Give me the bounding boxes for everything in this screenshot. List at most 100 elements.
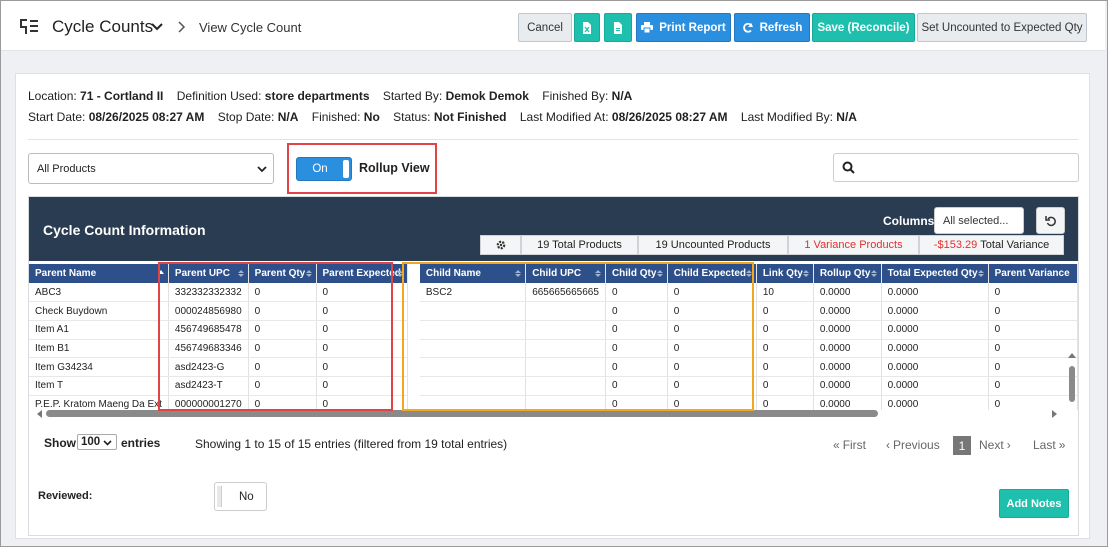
table-row[interactable]: ABC3 332332332332 0 0 BSC2 665665665665 0 0 10 0.…: [29, 283, 1078, 303]
settings-button[interactable]: [480, 235, 521, 255]
pager-current-page[interactable]: 1: [953, 436, 971, 455]
cell-rollup-qty: 0.0000: [813, 283, 882, 303]
cell-child-expected: 0: [667, 339, 757, 359]
cell-parent-name: Item A1: [29, 320, 169, 340]
column-header-label: Total Expected Qty: [887, 268, 978, 279]
table-row[interactable]: Item B1 456749683346 0 0 0 0 0 0.0000 0.0000 0: [29, 339, 1078, 359]
top-bar: Cycle Counts View Cycle Count Cancel Pri…: [1, 1, 1105, 51]
cell-parent-variance: 0: [988, 320, 1078, 340]
sort-icon: [396, 270, 403, 277]
rollup-toggle[interactable]: On: [296, 157, 352, 181]
product-filter-value: All Products: [37, 162, 96, 175]
scroll-up-arrow: [1068, 353, 1076, 358]
cell-rollup-qty: 0.0000: [813, 320, 882, 340]
column-header-label: Rollup Qty: [819, 268, 871, 279]
search-input[interactable]: [833, 153, 1079, 182]
column-header-child-expected[interactable]: Child Expected: [667, 264, 757, 283]
column-header-total-expected-qty[interactable]: Total Expected Qty: [881, 264, 989, 283]
cell-link-qty: 0: [756, 320, 814, 340]
column-header-label: Parent Qty: [254, 268, 306, 279]
reset-columns-button[interactable]: [1036, 207, 1065, 234]
app-title[interactable]: Cycle Counts: [52, 17, 153, 37]
column-header-parent-expected[interactable]: Parent Expected: [316, 264, 408, 283]
column-header-child-qty[interactable]: Child Qty: [605, 264, 668, 283]
start-date-value: 08/26/2025 08:27 AM: [88, 110, 205, 124]
export-csv-button[interactable]: [604, 13, 632, 42]
sort-icon: [745, 270, 752, 277]
cell-child-upc: [525, 376, 606, 396]
stats-bar: 19 Total Products 19 Uncounted Products …: [480, 235, 1064, 255]
table-row[interactable]: Check Buydown 000024856980 0 0 0 0 0 0.0000 0.00…: [29, 301, 1078, 321]
chevron-right-icon: ›: [1006, 438, 1011, 452]
product-filter-select[interactable]: All Products: [28, 153, 274, 184]
column-gap: [407, 320, 420, 340]
column-gap: [407, 339, 420, 358]
sort-icon: [802, 270, 809, 277]
table-row[interactable]: Item A1 456749685478 0 0 0 0 0 0.0000 0.0000 0: [29, 320, 1078, 340]
refresh-button[interactable]: Refresh: [734, 13, 810, 42]
cell-child-qty: 0: [605, 283, 668, 303]
cell-parent-expected: 0: [316, 320, 408, 340]
scroll-left-arrow: [37, 410, 42, 418]
total-variance-amount: -$153.29: [933, 239, 978, 251]
cell-child-name: [419, 339, 527, 359]
column-header-parent-upc[interactable]: Parent UPC: [168, 264, 249, 283]
sort-icon: [594, 270, 601, 277]
reviewed-toggle[interactable]: No: [214, 482, 267, 511]
cell-link-qty: 0: [756, 301, 814, 321]
cancel-button[interactable]: Cancel: [518, 13, 572, 42]
pager-last[interactable]: Last »: [1033, 438, 1065, 452]
cell-rollup-qty: 0.0000: [813, 376, 882, 396]
cell-child-expected: 0: [667, 301, 757, 321]
table-row[interactable]: Item G34234 asd2423-G 0 0 0 0 0 0.0000 0.0000 0: [29, 357, 1078, 377]
export-excel-button[interactable]: [574, 13, 600, 42]
cell-total-expected-qty: 0.0000: [881, 320, 989, 340]
add-notes-button[interactable]: Add Notes: [999, 489, 1069, 518]
column-header-rollup-qty[interactable]: Rollup Qty: [813, 264, 882, 283]
reviewed-toggle-state: No: [239, 491, 254, 503]
sort-icon: [870, 270, 877, 277]
column-header-parent-qty[interactable]: Parent Qty: [248, 264, 317, 283]
column-header-label: Child Expected: [673, 268, 746, 279]
columns-label: Columns: [883, 214, 935, 228]
last-modified-at-value: 08/26/2025 08:27 AM: [611, 110, 728, 124]
cell-child-qty: 0: [605, 339, 668, 359]
pager-next[interactable]: Next ›: [979, 438, 1011, 452]
sort-icon: [305, 270, 312, 277]
excel-file-icon: [583, 21, 591, 34]
entries-label: entries: [121, 436, 161, 450]
column-header-child-upc[interactable]: Child UPC: [525, 264, 606, 283]
cell-total-expected-qty: 0.0000: [881, 357, 989, 377]
info-line-1: Location: 71 - Cortland II Definition Us…: [28, 89, 632, 103]
undo-icon: [1044, 215, 1056, 226]
column-header-parent-variance[interactable]: Parent Variance: [988, 264, 1078, 283]
chevron-down-icon[interactable]: [150, 20, 164, 34]
save-reconcile-button[interactable]: Save (Reconcile): [812, 13, 915, 42]
panel-header: Cycle Count Information Columns All sele…: [29, 197, 1078, 261]
pager-first[interactable]: « First: [833, 438, 866, 452]
column-header-parent-name[interactable]: Parent Name: [29, 264, 169, 283]
cell-total-expected-qty: 0.0000: [881, 283, 989, 303]
save-reconcile-label: Save (Reconcile): [817, 21, 910, 34]
breadcrumb: View Cycle Count: [199, 20, 302, 35]
set-uncounted-button[interactable]: Set Uncounted to Expected Qty: [917, 13, 1087, 42]
cell-child-name: [419, 301, 527, 321]
columns-select[interactable]: All selected...: [934, 207, 1024, 234]
show-label: Show: [44, 436, 76, 450]
panel-title: Cycle Count Information: [43, 222, 206, 238]
entries-summary: Showing 1 to 15 of 15 entries (filtered …: [195, 437, 508, 451]
cell-child-qty: 0: [605, 376, 668, 396]
cell-parent-expected: 0: [316, 376, 408, 396]
cell-parent-variance: 0: [988, 376, 1078, 396]
column-header-label: Parent Variance: [994, 268, 1070, 279]
cell-parent-name: Item B1: [29, 339, 169, 359]
table-row[interactable]: Item Tasd2423-T 0 0 0 0 0 0.0000 0.0000 0: [29, 376, 1078, 396]
vertical-scrollbar[interactable]: [1066, 352, 1078, 410]
print-report-button[interactable]: Print Report: [636, 13, 731, 42]
pager-previous[interactable]: ‹ Previous: [886, 438, 940, 452]
column-header-link-qty[interactable]: Link Qty: [756, 264, 814, 283]
table-viewport: Parent Name Parent UPC Parent Qty Parent…: [29, 264, 1078, 410]
entries-per-page-select[interactable]: 100: [77, 434, 117, 450]
horizontal-scrollbar[interactable]: [36, 408, 1066, 420]
column-header-child-name[interactable]: Child Name: [419, 264, 527, 283]
